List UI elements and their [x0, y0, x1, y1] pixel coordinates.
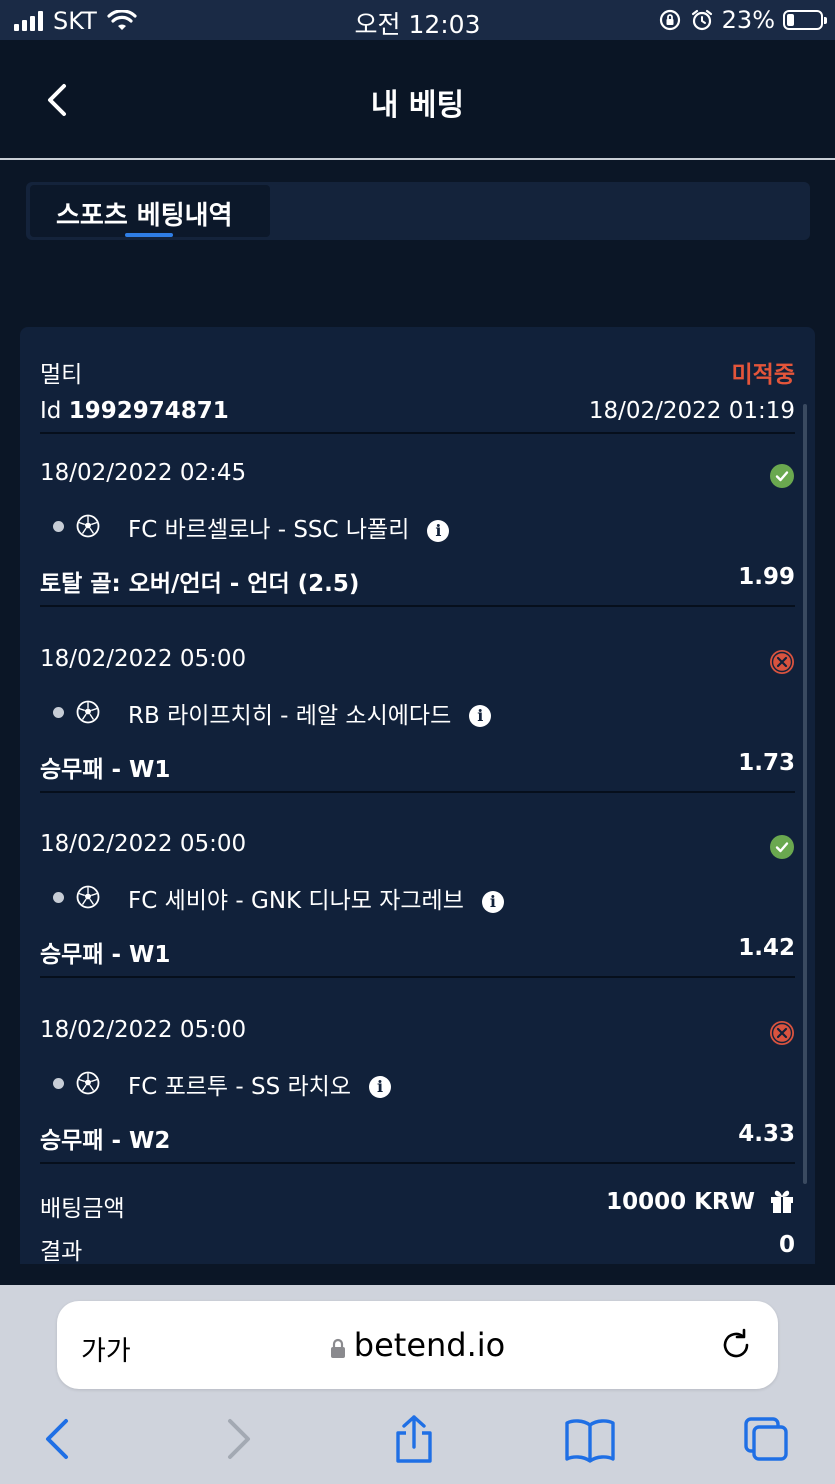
selection-date: 18/02/2022 05:00 [40, 831, 247, 857]
lost-cross-icon [770, 649, 794, 674]
selection-date: 18/02/2022 05:00 [40, 645, 247, 672]
share-icon[interactable] [390, 1415, 438, 1463]
bookmarks-icon[interactable] [565, 1415, 615, 1463]
soccer-ball-icon [76, 514, 100, 538]
info-icon[interactable]: i [469, 705, 492, 727]
status-right: 23% [658, 6, 827, 34]
reload-icon[interactable] [718, 1327, 754, 1363]
result-value: 0 [778, 1232, 795, 1258]
tab-bar: 스포츠 베팅내역 [26, 182, 810, 240]
result-label: 결과 [40, 1239, 83, 1265]
stake-label: 배팅금액 [40, 1196, 125, 1222]
selection-match: FC 세비야 - GNK 디나모 자그레브 i [128, 881, 504, 915]
bet-id-row: Id 1992974871 [40, 398, 229, 424]
url-text: betend.io [353, 1326, 506, 1364]
bullet-dot [53, 521, 64, 532]
bullet-dot [53, 706, 64, 718]
bet-card: 멀티 미적중 Id 1992974871 18/02/2022 01:19 18… [20, 327, 815, 1265]
selection-odds: 1.42 [738, 935, 795, 961]
selection-odds: 4.33 [738, 1120, 795, 1147]
selection-market: 승무패 - W1 [40, 756, 171, 783]
info-icon[interactable]: i [481, 890, 504, 913]
match-name: FC 세비야 - GNK 디나모 자그레브 [128, 888, 464, 914]
gift-icon[interactable] [769, 1188, 795, 1214]
header-divider [0, 158, 835, 160]
lost-cross-icon [770, 1020, 794, 1045]
match-name: FC 포르투 - SS 라치오 [128, 1073, 351, 1100]
scrollbar[interactable] [803, 404, 807, 1184]
bullet-dot [53, 892, 64, 903]
bet-id-label: Id [40, 398, 62, 424]
stake-value: 10000 KRW [606, 1189, 755, 1215]
selection-date: 18/02/2022 05:00 [40, 1016, 247, 1043]
bullet-dot [53, 1077, 64, 1089]
tab-label: 스포츠 베팅내역 [56, 201, 233, 231]
selection-match: FC 포르투 - SS 라치오 i [128, 1067, 391, 1101]
battery-icon [783, 10, 827, 30]
divider [40, 1161, 795, 1164]
divider [40, 605, 795, 607]
bet-status: 미적중 [731, 362, 795, 388]
bet-placed-date: 18/02/2022 01:19 [588, 398, 795, 424]
soccer-ball-icon [76, 700, 100, 724]
bet-id: 1992974871 [68, 398, 229, 424]
page-header: 내 베팅 [0, 40, 835, 158]
selection-odds: 1.99 [738, 564, 795, 590]
lock-icon [330, 1328, 346, 1358]
won-check-icon [770, 464, 794, 488]
url-display[interactable]: betend.io [57, 1326, 778, 1364]
alarm-icon [691, 9, 712, 31]
divider [40, 790, 795, 793]
battery-fill [787, 14, 795, 26]
tab-sports-bet-history[interactable]: 스포츠 베팅내역 [30, 185, 270, 237]
match-name: RB 라이프치히 - 레알 소시에다드 [128, 702, 452, 729]
status-bar: SKT 오전 12:03 23% [0, 0, 835, 40]
selection-odds: 1.73 [738, 749, 795, 776]
selection-match: FC 바르셀로나 - SSC 나폴리 i [128, 510, 450, 544]
selection-date: 18/02/2022 02:45 [40, 460, 247, 486]
bet-type: 멀티 [40, 362, 83, 388]
browser-toolbar: 가가 betend.io [0, 1285, 835, 1484]
soccer-ball-icon [76, 1071, 100, 1095]
match-name: FC 바르셀로나 - SSC 나폴리 [128, 517, 410, 543]
selection-market: 승무패 - W2 [40, 1127, 171, 1154]
browser-forward-icon[interactable] [214, 1415, 262, 1463]
selection-market: 승무패 - W1 [40, 942, 171, 968]
divider [40, 432, 795, 434]
selection-match: RB 라이프치히 - 레알 소시에다드 i [128, 696, 492, 730]
tabs-icon[interactable] [742, 1415, 790, 1463]
page-title: 내 베팅 [370, 88, 465, 123]
info-icon[interactable]: i [369, 1076, 391, 1098]
won-check-icon [770, 835, 794, 859]
browser-back-icon[interactable] [34, 1415, 82, 1463]
divider [40, 976, 795, 978]
rotation-lock-icon [659, 9, 680, 31]
battery-percent: 23% [721, 6, 775, 34]
address-bar[interactable]: 가가 betend.io [57, 1301, 778, 1389]
selection-market: 토탈 골: 오버/언더 - 언더 (2.5) [40, 571, 360, 597]
tab-active-indicator [125, 233, 173, 237]
info-icon[interactable]: i [427, 519, 450, 542]
soccer-ball-icon [76, 885, 100, 909]
